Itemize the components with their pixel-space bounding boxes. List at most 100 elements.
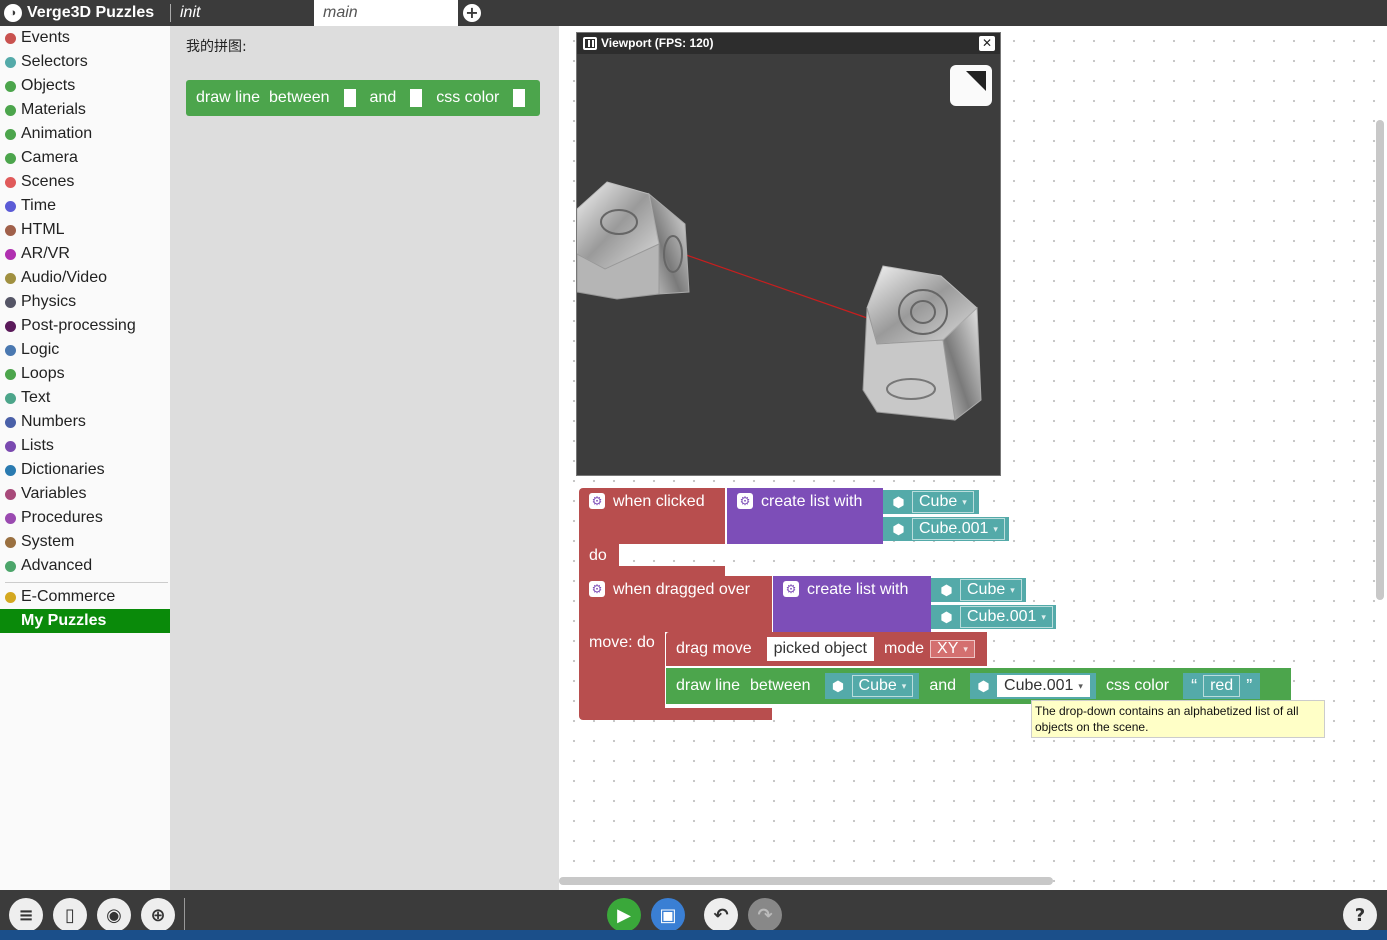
category-numbers[interactable]: Numbers	[0, 410, 170, 434]
category-label: Events	[21, 29, 70, 46]
object-selector-block[interactable]: ⬢ Cube ▾	[931, 578, 1026, 602]
category-html[interactable]: HTML	[0, 218, 170, 242]
viewport-window[interactable]: Viewport (FPS: 120) ✕	[576, 32, 1001, 476]
horizontal-scrollbar[interactable]	[559, 877, 1053, 885]
empty-socket[interactable]	[343, 89, 356, 107]
category-system[interactable]: System	[0, 530, 170, 554]
empty-socket[interactable]	[513, 89, 526, 107]
category-loops[interactable]: Loops	[0, 362, 170, 386]
block-text: move: do	[589, 634, 655, 651]
help-icon[interactable]: ?	[1343, 898, 1377, 932]
quote-open-icon: “	[1191, 675, 1198, 696]
gear-icon[interactable]: ⚙	[783, 581, 799, 597]
screenshot-icon[interactable]: ◉	[97, 898, 131, 932]
menu-icon[interactable]: ≡	[9, 898, 43, 932]
category-selectors[interactable]: Selectors	[0, 50, 170, 74]
category-ar-vr[interactable]: AR/VR	[0, 242, 170, 266]
category-physics[interactable]: Physics	[0, 290, 170, 314]
save-icon[interactable]: ▣	[651, 898, 685, 932]
when-clicked-block[interactable]: ⚙ when clicked	[579, 488, 725, 544]
gear-icon[interactable]: ⚙	[737, 493, 753, 509]
draw-line-block[interactable]: draw line between ⬢ Cube ▾ and ⬢ Cube.001…	[666, 668, 1291, 704]
object-dropdown[interactable]: Cube ▾	[851, 675, 914, 697]
create-list-block[interactable]: ⚙ create list with	[773, 576, 931, 632]
pause-icon[interactable]	[583, 37, 597, 50]
cube-icon: ⬢	[940, 608, 953, 625]
vertical-scrollbar[interactable]	[1376, 120, 1384, 600]
category-color-dot	[5, 591, 16, 603]
category-label: Selectors	[21, 53, 88, 70]
object-selector-block[interactable]: ⬢ Cube.001 ▾	[883, 517, 1009, 541]
object-selector-block[interactable]: ⬢ Cube ▾	[824, 673, 920, 699]
category-procedures[interactable]: Procedures	[0, 506, 170, 530]
text-string-block[interactable]: “ red ”	[1183, 673, 1261, 699]
object-selector-block[interactable]: ⬢ Cube.001 ▾	[931, 605, 1056, 629]
flyout-draw-line-block[interactable]: draw line between and css color	[186, 80, 540, 116]
color-text-field[interactable]: red	[1203, 675, 1241, 697]
dropdown-value: Cube.001	[1004, 677, 1074, 694]
cube-icon: ⬢	[940, 581, 953, 598]
object-dropdown[interactable]: Cube.001 ▾	[960, 606, 1053, 628]
category-lists[interactable]: Lists	[0, 434, 170, 458]
object-dropdown[interactable]: Cube.001 ▾	[912, 518, 1005, 540]
category-label: Scenes	[21, 173, 75, 190]
category-e-commerce[interactable]: E-Commerce	[0, 585, 170, 609]
object-dropdown[interactable]: Cube ▾	[912, 491, 974, 513]
fullscreen-icon[interactable]	[950, 65, 992, 106]
category-materials[interactable]: Materials	[0, 98, 170, 122]
add-tab-icon[interactable]: +	[463, 4, 481, 22]
panel-icon[interactable]: ▯	[53, 898, 87, 932]
category-variables[interactable]: Variables	[0, 482, 170, 506]
category-advanced[interactable]: Advanced	[0, 554, 170, 578]
mode-dropdown[interactable]: XY ▾	[930, 640, 975, 658]
when-dragged-over-block[interactable]: ⚙ when dragged over	[579, 576, 772, 632]
cube-object[interactable]	[577, 181, 690, 300]
category-text[interactable]: Text	[0, 386, 170, 410]
tab-init[interactable]: init	[171, 0, 314, 26]
drag-move-block[interactable]: drag move picked object mode XY ▾	[666, 632, 987, 666]
category-label: E-Commerce	[21, 588, 116, 605]
category-animation[interactable]: Animation	[0, 122, 170, 146]
flyout-label: 我的拼图:	[186, 39, 247, 55]
app-logo[interactable]: ◑ Verge3D Puzzles	[4, 3, 154, 23]
dropdown-arrow-icon: ▾	[993, 524, 998, 534]
category-audio-video[interactable]: Audio/Video	[0, 266, 170, 290]
gear-icon[interactable]: ⚙	[589, 493, 605, 509]
block-text: and	[929, 677, 957, 694]
category-scenes[interactable]: Scenes	[0, 170, 170, 194]
object-selector-block[interactable]: ⬢ Cube.001 ▾	[970, 673, 1096, 699]
os-taskbar	[0, 930, 1387, 940]
object-dropdown[interactable]: Cube ▾	[960, 579, 1022, 601]
cube-001-object[interactable]	[862, 265, 982, 421]
object-selector-block[interactable]: ⬢ Cube ▾	[883, 490, 979, 514]
gear-icon[interactable]: ⚙	[589, 581, 605, 597]
category-post-processing[interactable]: Post-processing	[0, 314, 170, 338]
play-icon[interactable]: ▶	[607, 898, 641, 932]
category-label: Loops	[21, 365, 65, 382]
tab-main[interactable]: main	[314, 0, 458, 26]
category-logic[interactable]: Logic	[0, 338, 170, 362]
picked-object-field[interactable]: picked object	[766, 637, 874, 661]
viewport-titlebar[interactable]: Viewport (FPS: 120) ✕	[577, 33, 1000, 54]
category-color-dot	[5, 488, 16, 500]
3d-scene[interactable]	[577, 54, 1000, 475]
redo-icon[interactable]: ↷	[748, 898, 782, 932]
category-dictionaries[interactable]: Dictionaries	[0, 458, 170, 482]
category-label: Numbers	[21, 413, 86, 430]
close-icon[interactable]: ✕	[979, 36, 995, 51]
cube-icon: ⬢	[977, 677, 990, 694]
create-list-block[interactable]: ⚙ create list with	[727, 488, 883, 544]
target-icon[interactable]: ⊕	[141, 898, 175, 932]
empty-socket[interactable]	[410, 89, 423, 107]
category-objects[interactable]: Objects	[0, 74, 170, 98]
dropdown-arrow-icon: ▾	[1078, 681, 1083, 691]
category-label: Materials	[21, 101, 86, 118]
category-time[interactable]: Time	[0, 194, 170, 218]
category-camera[interactable]: Camera	[0, 146, 170, 170]
object-dropdown[interactable]: Cube.001 ▾	[997, 675, 1090, 697]
category-events[interactable]: Events	[0, 26, 170, 50]
block-text: mode	[883, 640, 925, 657]
category-my-puzzles[interactable]: My Puzzles	[0, 609, 170, 633]
undo-icon[interactable]: ↶	[704, 898, 738, 932]
category-label: Dictionaries	[21, 461, 105, 478]
